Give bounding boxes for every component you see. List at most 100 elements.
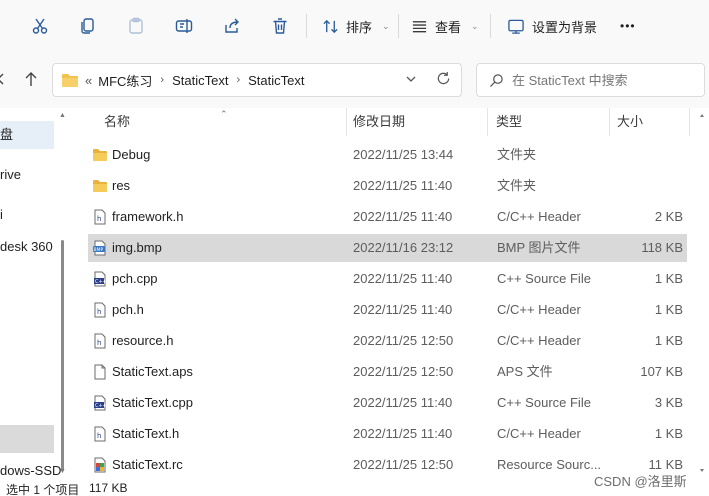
file-type: BMP 图片文件 xyxy=(497,240,581,255)
more-icon: ••• xyxy=(620,19,636,33)
file-date-modified: 2022/11/25 11:40 xyxy=(353,395,453,410)
sort-label: 排序 xyxy=(346,19,373,35)
file-date-modified: 2022/11/25 11:40 xyxy=(353,271,453,286)
column-header-size[interactable]: 大小 xyxy=(609,108,643,136)
file-row[interactable]: C++ pch.cpp 2022/11/25 11:40 C++ Source Fil… xyxy=(88,265,687,293)
sort-ascending-icon: ⌃ xyxy=(220,109,228,119)
file-type: C++ Source File xyxy=(497,395,591,410)
svg-text:C++: C++ xyxy=(95,403,107,409)
sidebar-item[interactable]: i xyxy=(0,201,54,229)
list-scrollbar[interactable] xyxy=(699,112,705,474)
search-box[interactable] xyxy=(476,63,705,97)
svg-text:h: h xyxy=(97,339,101,347)
header-file-icon: h xyxy=(92,302,108,318)
scroll-down-arrow-icon[interactable]: ▼ xyxy=(59,468,66,475)
file-name: framework.h xyxy=(112,209,184,224)
file-name: StaticText.cpp xyxy=(112,395,193,410)
file-date-modified: 2022/11/16 23:12 xyxy=(353,240,454,255)
wallpaper-icon xyxy=(508,19,524,34)
paste-button[interactable] xyxy=(124,12,148,40)
file-list: ⌃ 名称 修改日期 类型 大小 Debug 2022/11/25 13:44 文件夹… xyxy=(72,108,692,480)
sidebar-scrollbar-thumb[interactable] xyxy=(61,240,64,470)
column-divider[interactable] xyxy=(689,108,690,136)
breadcrumb-item[interactable]: MFC练习 xyxy=(98,71,152,90)
file-date-modified: 2022/11/25 12:50 xyxy=(353,364,454,379)
breadcrumb-item[interactable]: StaticText xyxy=(248,73,304,88)
header-file-icon: h xyxy=(92,333,108,349)
folder-icon xyxy=(92,147,108,163)
scroll-down-arrow-icon[interactable] xyxy=(700,469,704,472)
column-header-type[interactable]: 类型 xyxy=(488,108,522,136)
file-name: resource.h xyxy=(112,333,174,348)
breadcrumb-item[interactable]: StaticText xyxy=(172,73,228,88)
file-size: 1 KB xyxy=(654,426,683,441)
share-button[interactable] xyxy=(220,12,244,40)
share-icon xyxy=(225,18,239,33)
breadcrumb-overflow[interactable]: « xyxy=(85,73,92,88)
sidebar-item[interactable]: desk 360 xyxy=(0,233,54,261)
refresh-button[interactable] xyxy=(436,71,451,89)
selection-size: 117 KB xyxy=(89,481,128,495)
svg-text:h: h xyxy=(97,432,101,440)
file-type: APS 文件 xyxy=(497,364,553,379)
file-row[interactable]: StaticText.aps 2022/11/25 12:50 APS 文件 107 … xyxy=(88,358,687,386)
file-type: C/C++ Header xyxy=(497,302,581,317)
chevron-right-icon[interactable]: › xyxy=(236,74,240,86)
file-size: 107 KB xyxy=(640,364,683,379)
chevron-down-icon: ⌄ xyxy=(471,20,479,31)
rename-button[interactable] xyxy=(172,12,196,40)
svg-text:h: h xyxy=(97,215,101,223)
navigation-pane: 盘 rive i desk 360 dows-SSD xyxy=(0,108,62,480)
chevron-left-icon xyxy=(0,73,4,85)
file-name: Debug xyxy=(112,147,151,162)
more-options-button[interactable]: ••• xyxy=(620,12,636,40)
toolbar-divider xyxy=(490,14,491,38)
scroll-up-arrow-icon[interactable] xyxy=(700,114,704,117)
address-bar[interactable]: « MFC练习 › StaticText › StaticText xyxy=(52,63,462,97)
file-row[interactable]: C++ StaticText.cpp 2022/11/25 11:40 C++ Sou… xyxy=(88,389,687,417)
file-size: 1 KB xyxy=(654,302,683,317)
search-input[interactable] xyxy=(512,72,692,88)
file-row[interactable]: h StaticText.h 2022/11/25 11:40 C/C++ Heade… xyxy=(88,420,687,448)
sidebar-item[interactable]: rive xyxy=(0,161,54,189)
trash-icon xyxy=(273,18,287,34)
rename-icon xyxy=(175,19,193,33)
file-row[interactable]: Debug 2022/11/25 13:44 文件夹 xyxy=(88,141,687,169)
file-name: pch.cpp xyxy=(112,271,158,286)
cpp-file-icon: C++ xyxy=(92,271,108,287)
column-header-name[interactable]: 名称 xyxy=(96,108,130,136)
blank-file-icon xyxy=(92,364,108,380)
copy-button[interactable] xyxy=(76,12,100,40)
selection-count: 选中 1 个项目 xyxy=(6,483,80,496)
refresh-icon xyxy=(437,71,450,85)
file-row[interactable]: h pch.h 2022/11/25 11:40 C/C++ Header 1 KB xyxy=(88,296,687,324)
toolbar-divider xyxy=(306,14,307,38)
set-as-background-button[interactable]: 设置为背景 xyxy=(507,12,597,40)
cut-button[interactable] xyxy=(28,12,52,40)
chevron-down-icon xyxy=(406,76,416,82)
delete-button[interactable] xyxy=(268,12,292,40)
arrow-up-icon xyxy=(25,72,37,86)
scissors-icon xyxy=(32,18,48,34)
sidebar-item[interactable]: dows-SSD xyxy=(0,457,61,480)
column-header-date[interactable]: 修改日期 xyxy=(345,108,405,136)
chevron-right-icon[interactable]: › xyxy=(160,74,164,86)
file-row[interactable]: BMP img.bmp 2022/11/16 23:12 BMP 图片文件 118 KB xyxy=(88,234,687,262)
back-button[interactable] xyxy=(0,68,10,90)
search-icon xyxy=(489,73,503,87)
file-row[interactable]: res 2022/11/25 11:40 文件夹 xyxy=(88,172,687,200)
file-row[interactable]: h resource.h 2022/11/25 12:50 C/C++ Header 1… xyxy=(88,327,687,355)
view-button[interactable]: 查看 ⌄ xyxy=(411,12,479,40)
scroll-up-arrow-icon[interactable]: ▲ xyxy=(59,112,66,119)
file-name: StaticText.rc xyxy=(112,457,183,472)
command-bar: 排序 ⌄ 查看 ⌄ 设置为背景 ••• xyxy=(0,0,709,52)
sidebar-item[interactable] xyxy=(0,425,54,453)
sort-icon xyxy=(323,19,338,33)
sort-button[interactable]: 排序 ⌄ xyxy=(322,12,390,40)
watermark: CSDN @洛里斯 xyxy=(594,474,687,489)
file-row[interactable]: h framework.h 2022/11/25 11:40 C/C++ Header… xyxy=(88,203,687,231)
sidebar-item[interactable]: 盘 xyxy=(0,121,54,149)
file-type: 文件夹 xyxy=(497,147,537,162)
up-button[interactable] xyxy=(20,68,42,90)
address-history-button[interactable] xyxy=(405,73,417,88)
